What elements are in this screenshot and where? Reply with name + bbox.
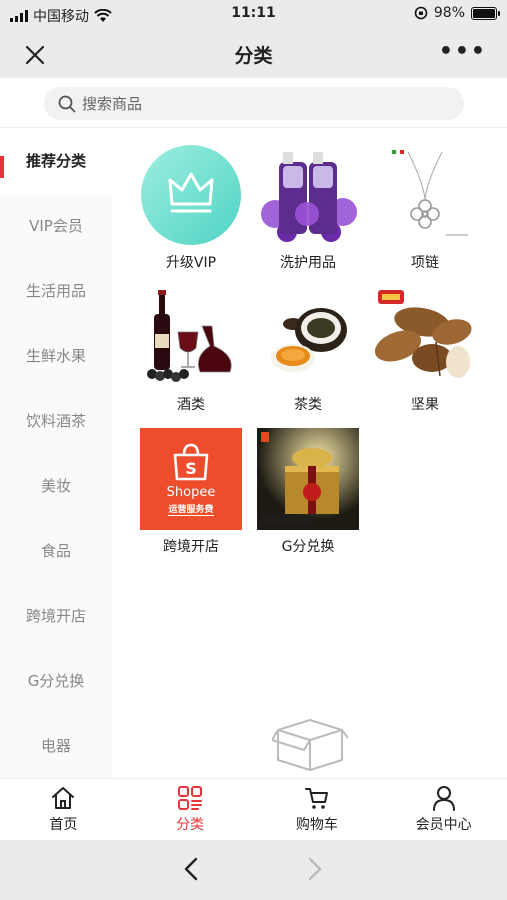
- sidebar-item-cross-border[interactable]: 跨境开店: [0, 583, 112, 648]
- shopee-brand-text: Shopee: [166, 484, 216, 500]
- subcategory-grid: 升级VIP 洗护用品 项链 酒类 茶类 坚果 S Shopee 运营服务费 跨境…: [140, 144, 476, 556]
- tab-label: 会员中心: [415, 817, 472, 833]
- sidebar-item-label: 生活用品: [25, 282, 86, 300]
- grid-item-label: 茶类: [294, 397, 322, 413]
- shopee-image: S Shopee 运营服务费: [140, 428, 242, 530]
- sidebar-item-daily-goods[interactable]: 生活用品: [0, 258, 112, 323]
- cart-icon: [304, 788, 328, 809]
- wine-image: [140, 286, 242, 388]
- category-icon: [178, 786, 203, 810]
- grid-item-label: 酒类: [177, 397, 205, 413]
- grid-item-tea[interactable]: 茶类: [257, 286, 359, 414]
- sidebar-item-vip[interactable]: VIP会员: [0, 193, 112, 258]
- necklace-image: [374, 144, 476, 246]
- category-content: 升级VIP 洗护用品 项链 酒类 茶类 坚果 S Shopee 运营服务费 跨境…: [112, 128, 507, 778]
- grid-item-wine[interactable]: 酒类: [140, 286, 242, 414]
- sidebar-item-g-points[interactable]: G分兑换: [0, 648, 112, 713]
- tab-home[interactable]: 首页: [0, 779, 127, 840]
- almond-image: [374, 286, 476, 388]
- tab-label: 首页: [49, 817, 78, 833]
- sidebar-item-label: 饮料酒茶: [25, 412, 86, 430]
- crown-icon: [140, 144, 242, 246]
- nav-bar: 分类 •••: [0, 30, 507, 78]
- search-box[interactable]: [44, 87, 464, 120]
- grid-item-label: 跨境开店: [163, 539, 219, 555]
- grid-item-label: 洗护用品: [280, 255, 336, 271]
- status-bar: 中国移动 11:11 98%: [0, 0, 507, 30]
- grid-item-g-points[interactable]: G分兑换: [257, 428, 359, 556]
- sidebar-item-fresh-fruit[interactable]: 生鲜水果: [0, 323, 112, 388]
- page-title: 分类: [234, 45, 273, 67]
- user-icon: [432, 786, 455, 811]
- sidebar-item-label: 跨境开店: [25, 607, 86, 625]
- shopee-bag-icon: S: [173, 443, 209, 480]
- home-icon: [52, 787, 75, 809]
- grid-item-label: 项链: [411, 255, 439, 271]
- grid-item-cross-border[interactable]: S Shopee 运营服务费 跨境开店: [140, 428, 242, 556]
- sidebar-item-appliances[interactable]: 电器: [0, 713, 112, 778]
- shopee-sub-text: 运营服务费: [168, 502, 214, 516]
- sidebar-item-label: G分兑换: [27, 672, 85, 690]
- more-menu-icon[interactable]: •••: [439, 41, 487, 63]
- forward-arrow-icon[interactable]: [302, 856, 326, 882]
- sidebar-item-label: 食品: [40, 542, 71, 560]
- sidebar-item-food[interactable]: 食品: [0, 518, 112, 583]
- sidebar-item-label: 美妆: [40, 477, 71, 495]
- search-icon: [58, 95, 76, 112]
- sidebar-item-beauty[interactable]: 美妆: [0, 453, 112, 518]
- grid-item-upgrade-vip[interactable]: 升级VIP: [140, 144, 242, 272]
- search-input[interactable]: [82, 94, 442, 113]
- shampoo-bottles-image: [257, 144, 359, 246]
- tab-member-center[interactable]: 会员中心: [380, 779, 507, 840]
- battery-icon: [471, 6, 500, 20]
- status-right: 98%: [414, 5, 500, 21]
- grid-item-label: G分兑换: [281, 539, 335, 555]
- grid-item-label: 升级VIP: [165, 255, 217, 271]
- sidebar-item-label: VIP会员: [29, 217, 83, 235]
- orientation-lock-icon: [414, 6, 428, 20]
- sidebar-item-recommended[interactable]: 推荐分类: [0, 128, 112, 193]
- back-arrow-icon[interactable]: [180, 856, 204, 882]
- tab-label: 分类: [176, 817, 205, 833]
- sidebar-item-label: 电器: [40, 737, 71, 755]
- tab-label: 购物车: [295, 817, 338, 833]
- grid-item-nuts[interactable]: 坚果: [374, 286, 476, 414]
- sidebar-item-label: 推荐分类: [25, 152, 86, 170]
- category-sidebar: 推荐分类 VIP会员 生活用品 生鲜水果 饮料酒茶 美妆 食品 跨境开店 G分兑…: [0, 128, 112, 778]
- search-section: [0, 78, 507, 128]
- svg-text:S: S: [185, 459, 197, 478]
- grid-item-label: 坚果: [411, 397, 439, 413]
- battery-percent: 98%: [433, 5, 465, 21]
- browser-toolbar: [0, 840, 507, 900]
- gift-box-image: [257, 428, 359, 530]
- bottom-tab-bar: 首页 分类 购物车 会员中心: [0, 778, 507, 840]
- sidebar-item-label: 生鲜水果: [25, 347, 86, 365]
- grid-item-toiletries[interactable]: 洗护用品: [257, 144, 359, 272]
- empty-box-icon: [272, 719, 348, 771]
- tab-cart[interactable]: 购物车: [254, 779, 381, 840]
- tea-image: [257, 286, 359, 388]
- sidebar-item-drinks[interactable]: 饮料酒茶: [0, 388, 112, 453]
- tab-category[interactable]: 分类: [127, 779, 254, 840]
- grid-item-necklace[interactable]: 项链: [374, 144, 476, 272]
